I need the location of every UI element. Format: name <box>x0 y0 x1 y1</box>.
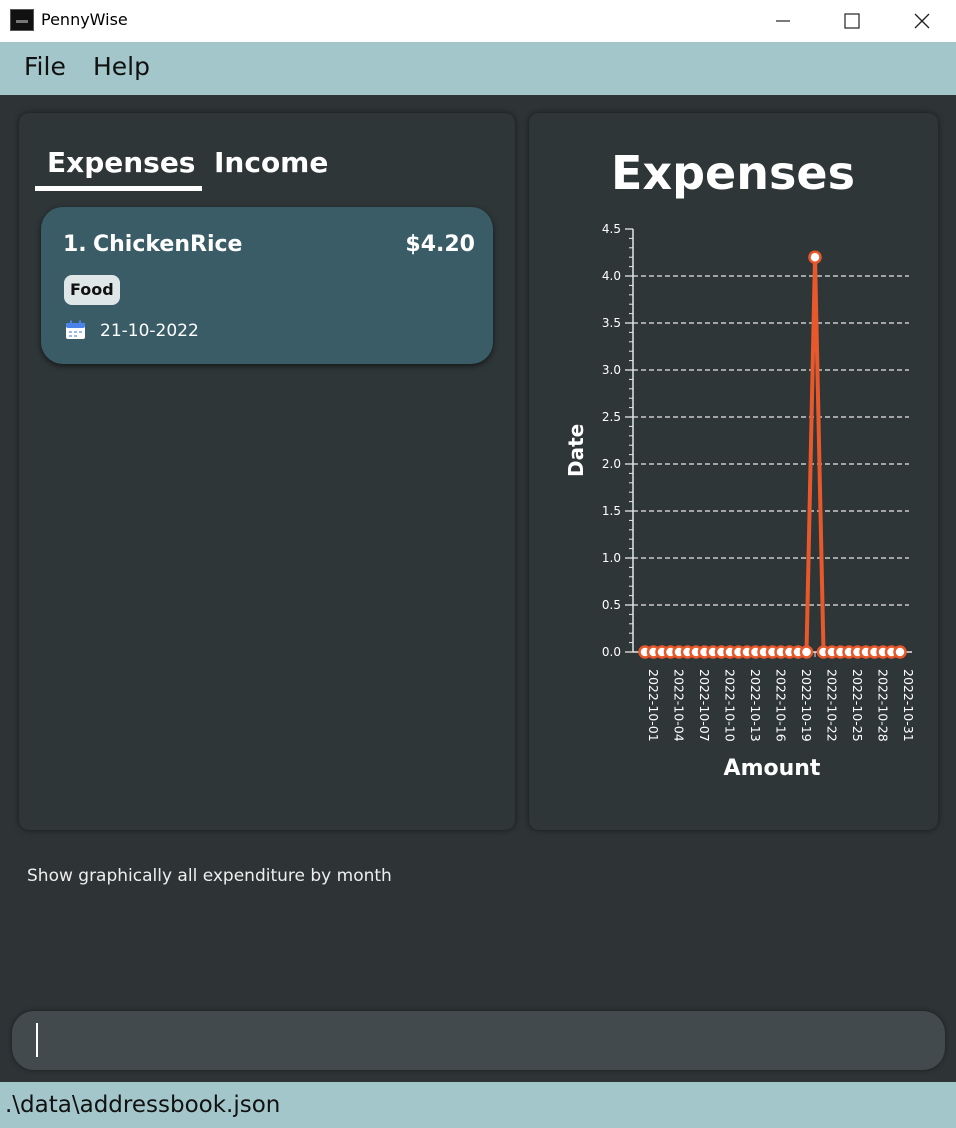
chart-y-tick-label: 3.5 <box>602 316 621 330</box>
chart-x-tick-label: 2022-10-16 <box>774 669 789 742</box>
chart-y-tick-label: 0.5 <box>602 598 621 612</box>
chart-x-tick-label: 2022-10-01 <box>646 669 661 742</box>
chart-data-point <box>799 645 814 659</box>
command-input[interactable] <box>12 1011 945 1070</box>
result-message: Show graphically all expenditure by mont… <box>27 866 392 886</box>
chart-y-tick-label: 0.0 <box>602 645 621 659</box>
chart-data-point <box>808 250 822 264</box>
chart-y-tick-label: 4.0 <box>602 269 621 283</box>
chart-x-tick-label: 2022-10-04 <box>672 669 687 742</box>
chart-x-tick-label: 2022-10-19 <box>799 669 814 742</box>
chart-x-tick-label: 2022-10-31 <box>901 669 916 742</box>
chart-y-tick-label: 2.0 <box>602 457 621 471</box>
chart-y-tick-label: 1.0 <box>602 551 621 565</box>
chart-data-point <box>893 645 907 659</box>
chart-x-tick-label: 2022-10-07 <box>697 669 712 742</box>
chart-x-tick-label: 2022-10-25 <box>850 669 865 742</box>
chart-series-line <box>645 255 900 654</box>
expense-line-chart: 0.0 0.5 1.0 1.5 2.0 2.5 3.0 3.5 4.0 4.5 2022-10-01… <box>602 222 916 742</box>
chart-y-tick-label: 4.5 <box>602 222 621 236</box>
chart-y-tick-label: 3.0 <box>602 363 621 377</box>
chart-y-tick-label: 1.5 <box>602 504 621 518</box>
status-file-path: .\data\addressbook.json <box>5 1092 281 1118</box>
chart-x-tick-label: 2022-10-13 <box>748 669 763 742</box>
text-caret <box>36 1023 38 1057</box>
status-bar: .\data\addressbook.json <box>0 1082 956 1128</box>
chart-x-tick-label: 2022-10-28 <box>876 669 891 742</box>
chart-x-tick-label: 2022-10-10 <box>723 669 738 742</box>
chart-x-tick-label: 2022-10-22 <box>825 669 840 742</box>
chart-y-tick-label: 2.5 <box>602 410 621 424</box>
